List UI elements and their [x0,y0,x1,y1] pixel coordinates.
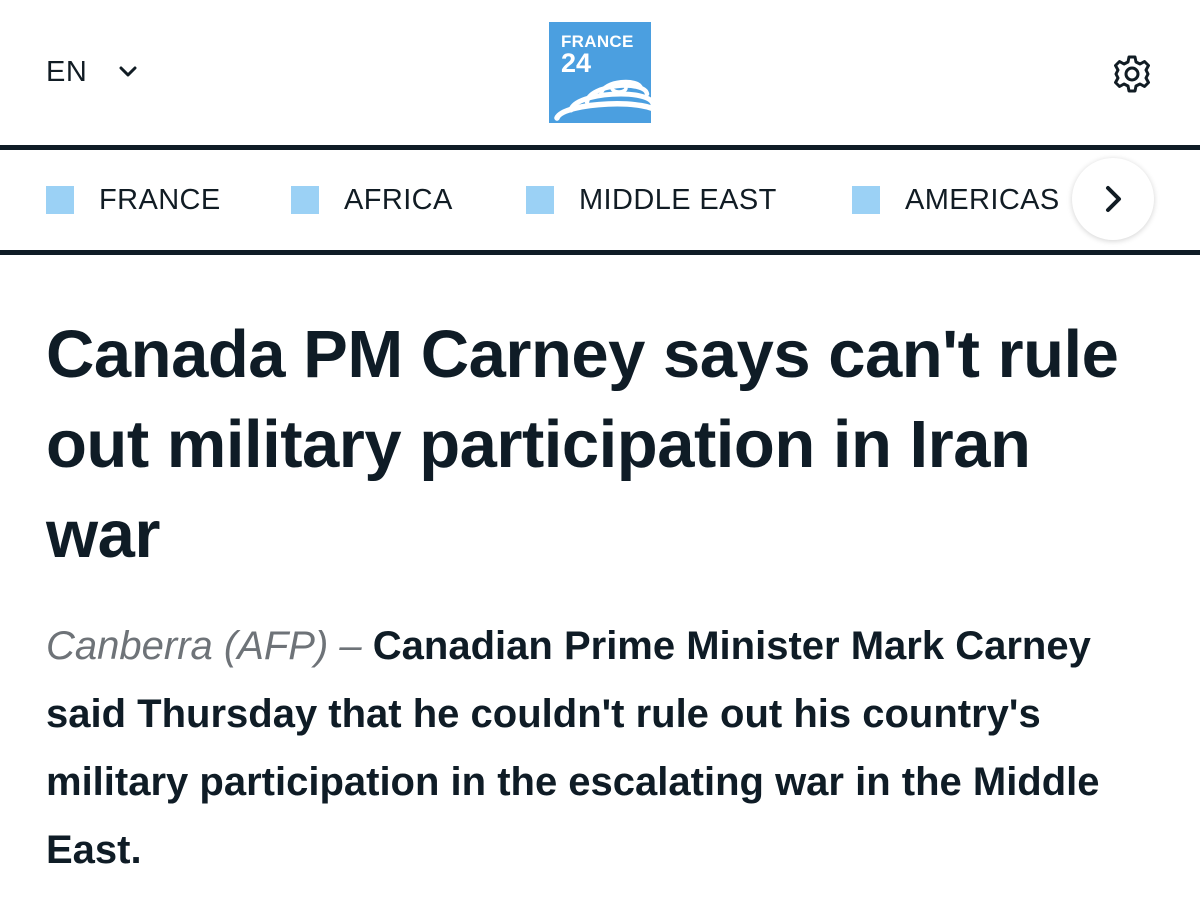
nav-item-france[interactable]: FRANCE [46,150,221,250]
nav-item-label: FRANCE [99,183,221,216]
nav-square-icon [526,186,554,214]
nav-square-icon [852,186,880,214]
language-selector[interactable]: EN [46,52,139,92]
nav-item-label: AFRICA [344,183,453,216]
nav-item-label: MIDDLE EAST [579,183,777,216]
nav-item-africa[interactable]: AFRICA [291,150,453,250]
france24-logo[interactable]: FRANCE 24 [549,22,651,123]
nav-divider-bottom [0,250,1200,255]
nav-scroll-next-button[interactable] [1072,158,1154,240]
gear-icon [1114,55,1150,93]
nav-item-label: AMERICAS [905,183,1060,216]
settings-button[interactable] [1112,54,1152,94]
nav-square-icon [291,186,319,214]
nav-item-middle-east[interactable]: MIDDLE EAST [526,150,777,250]
chevron-down-icon [117,61,139,83]
article-lead: Canberra (AFP) – Canadian Prime Minister… [46,612,1146,884]
article-headline: Canada PM Carney says can't rule out mil… [46,317,1119,572]
logo-waves-icon [554,79,651,121]
article-dateline: Canberra (AFP) – [46,624,362,668]
site-header: EN FRANCE 24 [0,0,1200,145]
language-label: EN [46,55,88,88]
section-nav: FRANCE AFRICA MIDDLE EAST AMERICAS [0,150,1200,250]
nav-square-icon [46,186,74,214]
chevron-right-icon [1106,186,1121,212]
nav-item-americas[interactable]: AMERICAS [852,150,1060,250]
